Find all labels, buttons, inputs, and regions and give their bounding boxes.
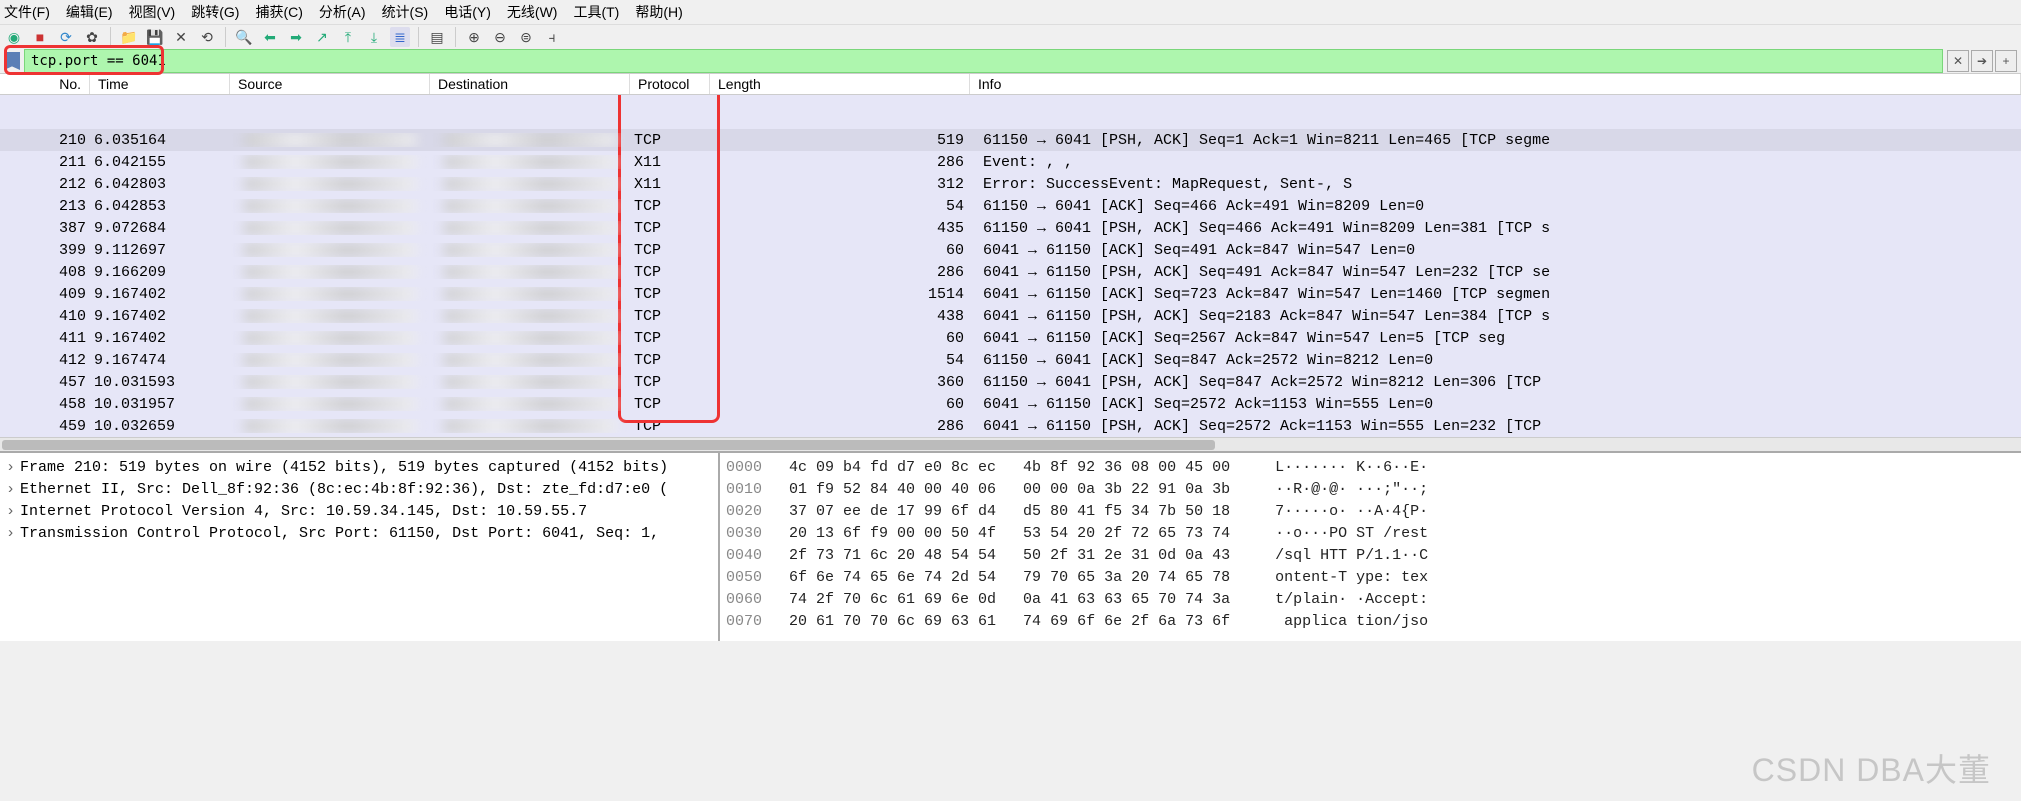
save-file-icon[interactable]: 💾 [145, 27, 165, 47]
menu-capture[interactable]: 捕获(C) [255, 2, 302, 22]
tree-item[interactable]: ›Ethernet II, Src: Dell_8f:92:36 (8c:ec:… [6, 479, 712, 501]
packet-row[interactable]: 3999.112697TCP60 6041 → 61150 [ACK] Seq=… [0, 239, 2021, 261]
tree-item[interactable]: ›Internet Protocol Version 4, Src: 10.59… [6, 501, 712, 523]
packet-row[interactable]: 4119.167402TCP60 6041 → 61150 [ACK] Seq=… [0, 327, 2021, 349]
go-last-icon[interactable]: ⤓ [364, 27, 384, 47]
col-protocol[interactable]: Protocol [630, 74, 710, 94]
packet-row[interactable]: 4089.166209TCP286 6041 → 61150 [PSH, ACK… [0, 261, 2021, 283]
filter-row: ✕ ➔ + [0, 49, 2021, 73]
packet-row[interactable]: 2116.042155X11286 Event: , , [0, 151, 2021, 173]
menu-bar: 文件(F) 编辑(E) 视图(V) 跳转(G) 捕获(C) 分析(A) 统计(S… [0, 0, 2021, 24]
menu-telephony[interactable]: 电话(Y) [444, 2, 491, 22]
packet-bytes-pane[interactable]: 0000 4c 09 b4 fd d7 e0 8c ec 4b 8f 92 36… [720, 453, 2021, 641]
packet-row[interactable]: 2136.042853TCP54 61150 → 6041 [ACK] Seq=… [0, 195, 2021, 217]
hex-line[interactable]: 0070 20 61 70 70 6c 69 63 61 74 69 6f 6e… [726, 611, 2015, 633]
filter-apply-button[interactable]: ➔ [1971, 50, 1993, 72]
close-file-icon[interactable]: ✕ [171, 27, 191, 47]
col-info[interactable]: Info [970, 74, 2021, 94]
packet-list-header: No. Time Source Destination Protocol Len… [0, 73, 2021, 95]
menu-analyze[interactable]: 分析(A) [319, 2, 366, 22]
hex-line[interactable]: 0040 2f 73 71 6c 20 48 54 54 50 2f 31 2e… [726, 545, 2015, 567]
menu-view[interactable]: 视图(V) [129, 2, 176, 22]
hex-line[interactable]: 0030 20 13 6f f9 00 00 50 4f 53 54 20 2f… [726, 523, 2015, 545]
col-no[interactable]: No. [0, 74, 90, 94]
go-back-icon[interactable]: ⬅ [260, 27, 280, 47]
watermark: CSDN DBA大董 [1752, 745, 1991, 791]
col-time[interactable]: Time [90, 74, 230, 94]
toolbar: ◉ ■ ⟳ ✿ 📁 💾 ✕ ⟲ 🔍 ⬅ ➡ ↗ ⤒ ⤓ ≣ ▤ ⊕ ⊖ ⊜ ⫞ [0, 24, 2021, 49]
go-first-icon[interactable]: ⤒ [338, 27, 358, 47]
filter-bookmark-icon[interactable] [4, 52, 20, 70]
packet-row[interactable]: 4099.167402TCP1514 6041 → 61150 [ACK] Se… [0, 283, 2021, 305]
menu-go[interactable]: 跳转(G) [191, 2, 239, 22]
display-filter-input[interactable] [24, 49, 1943, 73]
hex-line[interactable]: 0060 74 2f 70 6c 61 69 6e 0d 0a 41 63 63… [726, 589, 2015, 611]
menu-wireless[interactable]: 无线(W) [507, 2, 558, 22]
packet-row[interactable]: 2126.042803X11312 Error: SuccessEvent: M… [0, 173, 2021, 195]
resize-columns-icon[interactable]: ⫞ [542, 27, 562, 47]
packet-details-pane[interactable]: ›Frame 210: 519 bytes on wire (4152 bits… [0, 453, 720, 641]
open-file-icon[interactable]: 📁 [119, 27, 139, 47]
restart-capture-icon[interactable]: ⟳ [56, 27, 76, 47]
go-forward-icon[interactable]: ➡ [286, 27, 306, 47]
hex-line[interactable]: 0000 4c 09 b4 fd d7 e0 8c ec 4b 8f 92 36… [726, 457, 2015, 479]
menu-edit[interactable]: 编辑(E) [66, 2, 113, 22]
menu-file[interactable]: 文件(F) [4, 2, 50, 22]
menu-help[interactable]: 帮助(H) [635, 2, 682, 22]
capture-options-icon[interactable]: ✿ [82, 27, 102, 47]
stop-capture-icon[interactable]: ■ [30, 27, 50, 47]
filter-clear-button[interactable]: ✕ [1947, 50, 1969, 72]
zoom-reset-icon[interactable]: ⊜ [516, 27, 536, 47]
menu-tools[interactable]: 工具(T) [573, 2, 619, 22]
colorize-icon[interactable]: ▤ [427, 27, 447, 47]
hex-line[interactable]: 0050 6f 6e 74 65 6e 74 2d 54 79 70 65 3a… [726, 567, 2015, 589]
zoom-out-icon[interactable]: ⊖ [490, 27, 510, 47]
packet-list[interactable]: 2106.035164TCP519 61150 → 6041 [PSH, ACK… [0, 95, 2021, 437]
find-icon[interactable]: 🔍 [234, 27, 254, 47]
start-capture-icon[interactable]: ◉ [4, 27, 24, 47]
col-source[interactable]: Source [230, 74, 430, 94]
packet-row[interactable]: 2106.035164TCP519 61150 → 6041 [PSH, ACK… [0, 129, 2021, 151]
tree-item[interactable]: ›Transmission Control Protocol, Src Port… [6, 523, 712, 545]
packet-row[interactable]: 45710.031593TCP360 61150 → 6041 [PSH, AC… [0, 371, 2021, 393]
jump-to-icon[interactable]: ↗ [312, 27, 332, 47]
filter-add-button[interactable]: + [1995, 50, 2017, 72]
zoom-in-icon[interactable]: ⊕ [464, 27, 484, 47]
packet-row[interactable]: 4109.167402TCP438 6041 → 61150 [PSH, ACK… [0, 305, 2021, 327]
packet-row[interactable]: 45810.031957TCP60 6041 → 61150 [ACK] Seq… [0, 393, 2021, 415]
hex-line[interactable]: 0020 37 07 ee de 17 99 6f d4 d5 80 41 f5… [726, 501, 2015, 523]
packet-list-scrollbar[interactable] [0, 437, 2021, 451]
col-dest[interactable]: Destination [430, 74, 630, 94]
packet-row[interactable]: 45910.032659TCP286 6041 → 61150 [PSH, AC… [0, 415, 2021, 437]
reload-icon[interactable]: ⟲ [197, 27, 217, 47]
tree-item[interactable]: ›Frame 210: 519 bytes on wire (4152 bits… [6, 457, 712, 479]
hex-line[interactable]: 0010 01 f9 52 84 40 00 40 06 00 00 0a 3b… [726, 479, 2015, 501]
packet-row[interactable]: 4129.167474TCP54 61150 → 6041 [ACK] Seq=… [0, 349, 2021, 371]
menu-stats[interactable]: 统计(S) [382, 2, 429, 22]
packet-row[interactable]: 3879.072684TCP435 61150 → 6041 [PSH, ACK… [0, 217, 2021, 239]
auto-scroll-icon[interactable]: ≣ [390, 27, 410, 47]
col-length[interactable]: Length [710, 74, 970, 94]
